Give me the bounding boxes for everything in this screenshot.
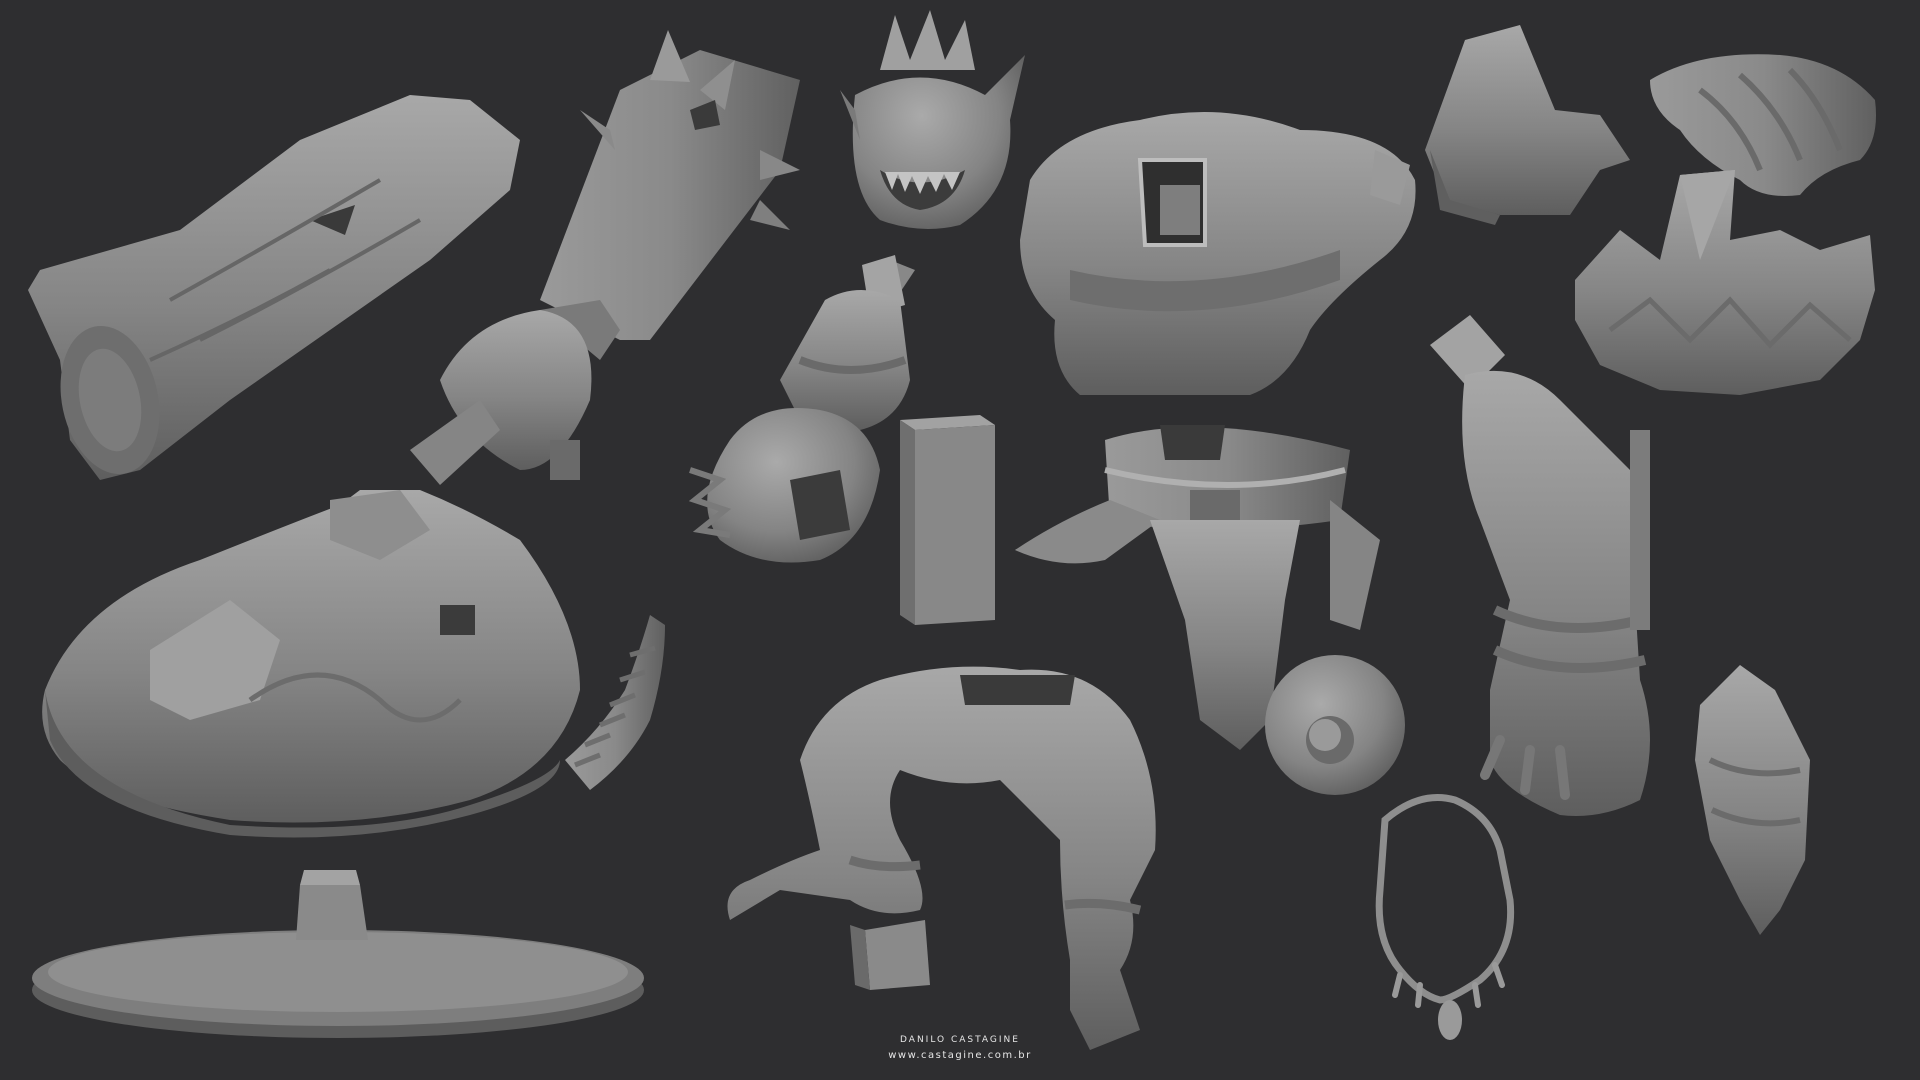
author-credit: DANILO CASTAGINE xyxy=(900,1035,1020,1045)
sculpt-turnaround-sheet xyxy=(28,10,1876,1050)
round-shield-sculpt xyxy=(1265,655,1405,795)
hair-strip-sculpt xyxy=(565,615,665,790)
legs-sculpt xyxy=(727,666,1156,1050)
bracer-plate-sculpt xyxy=(1695,665,1810,935)
torso-sculpt xyxy=(1020,112,1416,395)
spiked-club-arm-sculpt xyxy=(410,30,800,485)
necklace-sculpt xyxy=(1375,794,1515,1040)
leaf-crest-sculpt xyxy=(1575,170,1875,395)
troll-head-sculpt xyxy=(840,10,1025,229)
left-forearm-sculpt xyxy=(688,255,915,563)
right-arm-hand-sculpt xyxy=(1430,315,1650,816)
rock-base-sculpt xyxy=(42,490,580,838)
peg-block xyxy=(900,415,995,625)
display-pedestal xyxy=(32,870,644,1038)
author-website: www.castagine.com.br xyxy=(888,1050,1032,1061)
shoulder-pad-right-sculpt xyxy=(1425,25,1630,225)
